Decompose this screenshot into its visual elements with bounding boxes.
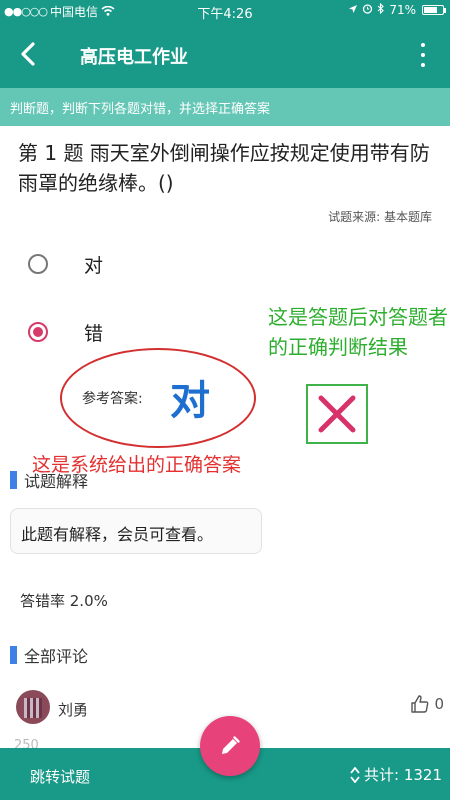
status-right: 71%: [348, 2, 446, 17]
wrong-cross-icon: [306, 384, 368, 444]
explanation-heading-text: 试题解释: [24, 472, 89, 491]
annotation-green-note: 这是答题后对答题者的正确判断结果: [268, 305, 448, 359]
like-button[interactable]: 0: [410, 694, 444, 714]
location-icon: [348, 3, 358, 17]
battery-level: [424, 7, 437, 13]
explanation-box[interactable]: 此题有解释，会员可查看。: [10, 508, 262, 554]
instruction-banner: 判断题，判断下列各题对错，并选择正确答案: [0, 88, 450, 126]
edit-comment-button[interactable]: [200, 716, 260, 776]
thumbs-up-icon: [411, 695, 429, 713]
explanation-heading: 试题解释: [10, 468, 88, 492]
error-rate: 答错率 2.0%: [20, 592, 108, 610]
battery-icon: [422, 5, 446, 15]
section-marker: [10, 471, 17, 489]
more-vertical-icon[interactable]: [416, 40, 430, 70]
page-title: 高压电工作业: [80, 47, 188, 68]
option-true[interactable]: 对: [28, 244, 248, 284]
option-false[interactable]: 错: [28, 312, 248, 352]
pencil-icon: [222, 736, 240, 754]
section-marker: [10, 646, 17, 664]
battery-percent: 71%: [389, 3, 416, 17]
like-count: 0: [434, 695, 444, 713]
avatar[interactable]: [16, 690, 50, 724]
commenter-name: 刘勇: [58, 701, 89, 719]
comments-heading: 全部评论: [10, 643, 88, 667]
alarm-icon: [362, 3, 373, 17]
back-button[interactable]: [10, 36, 46, 72]
status-bar: ●●○○○ 中国电信 下午4:26 71%: [0, 0, 450, 22]
reference-answer-value: 对: [170, 378, 210, 424]
option-label: 对: [84, 254, 104, 277]
sort-arrows-icon: [350, 766, 360, 783]
bluetooth-icon: [377, 2, 385, 17]
comments-heading-text: 全部评论: [24, 647, 89, 666]
total-count-label: 共计: 1321: [364, 766, 442, 784]
app-header: 高压电工作业: [0, 22, 450, 88]
chevron-left-icon: [21, 42, 35, 66]
option-label: 错: [84, 322, 104, 345]
radio-button-icon[interactable]: [28, 322, 48, 342]
radio-button-icon[interactable]: [28, 254, 48, 274]
total-count[interactable]: 共计: 1321: [350, 764, 442, 785]
question-source: 试题来源: 基本题库: [328, 210, 432, 224]
question-text: 第 1 题 雨天室外倒闸操作应按规定使用带有防雨罩的绝缘棒。(): [18, 141, 430, 195]
reference-answer-label: 参考答案:: [82, 391, 143, 407]
jump-to-question-button[interactable]: 跳转试题: [30, 766, 90, 787]
